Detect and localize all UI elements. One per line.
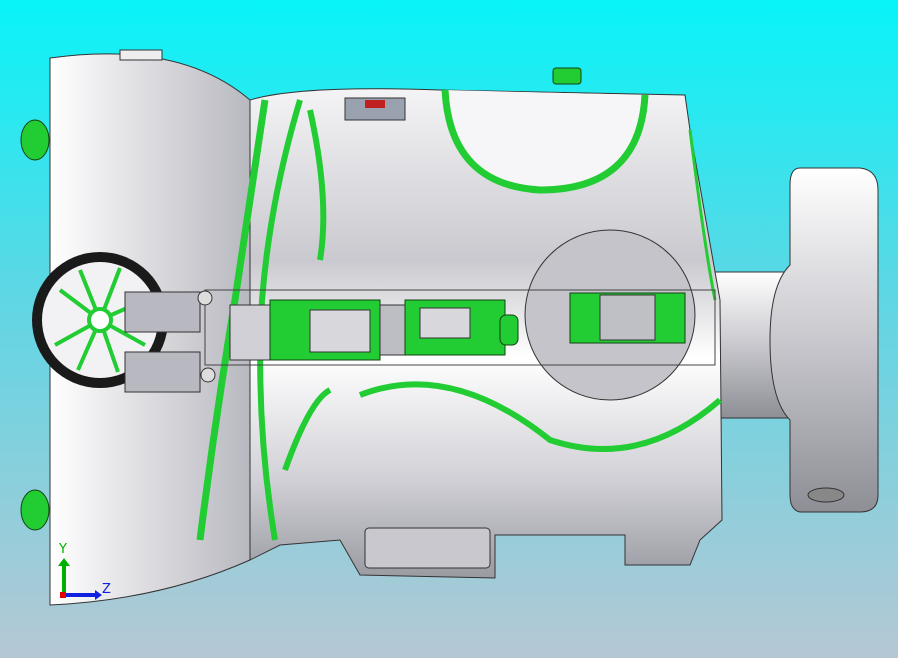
x-axis-marker	[60, 592, 66, 598]
right-hub	[714, 167, 879, 513]
cad-viewport[interactable]: Y Z	[0, 0, 898, 658]
y-axis-label: Y	[58, 542, 67, 557]
z-axis-label: Z	[102, 582, 111, 597]
